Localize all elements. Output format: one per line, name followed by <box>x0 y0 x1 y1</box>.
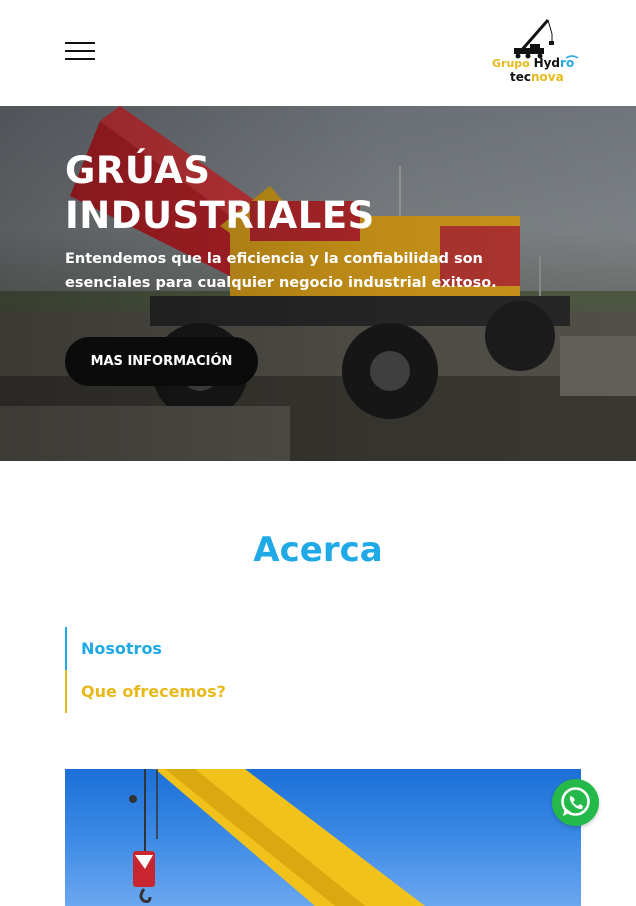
about-section-title: Acerca <box>253 530 383 570</box>
more-info-button[interactable]: MAS INFORMACIÓN <box>65 337 258 386</box>
hero-subtitle: Entendemos que la eficiencia y la confia… <box>65 251 497 291</box>
hero-title-line1: GRÚAS <box>65 149 211 192</box>
hero-title-line2: INDUSTRIALES <box>65 194 375 237</box>
tab-nosotros[interactable]: Nosotros <box>81 639 162 658</box>
crane-logo-icon <box>514 19 579 59</box>
hamburger-menu-icon[interactable] <box>65 41 95 61</box>
crane-photo <box>65 769 581 906</box>
whatsapp-glyph-icon <box>561 787 590 816</box>
tab-indicator-ofrecemos <box>65 670 67 713</box>
logo-wordmark-bottom: tecnova <box>510 70 564 84</box>
hero-title: GRÚAS INDUSTRIALES <box>65 148 545 238</box>
about-tabs: Nosotros Que ofrecemos? <box>65 627 365 713</box>
yellow-crane-image <box>129 769 425 906</box>
whatsapp-icon[interactable] <box>552 779 599 826</box>
hero-banner: GRÚAS INDUSTRIALES Entendemos que la efi… <box>0 106 636 461</box>
site-header: Grupo Hydro tecnova <box>0 0 636 106</box>
tab-que-ofrecemos[interactable]: Que ofrecemos? <box>81 682 226 701</box>
logo-wordmark-top: Grupo Hydro <box>492 56 575 70</box>
company-logo[interactable]: Grupo Hydro tecnova <box>490 16 582 86</box>
tab-indicator-nosotros <box>65 627 67 670</box>
